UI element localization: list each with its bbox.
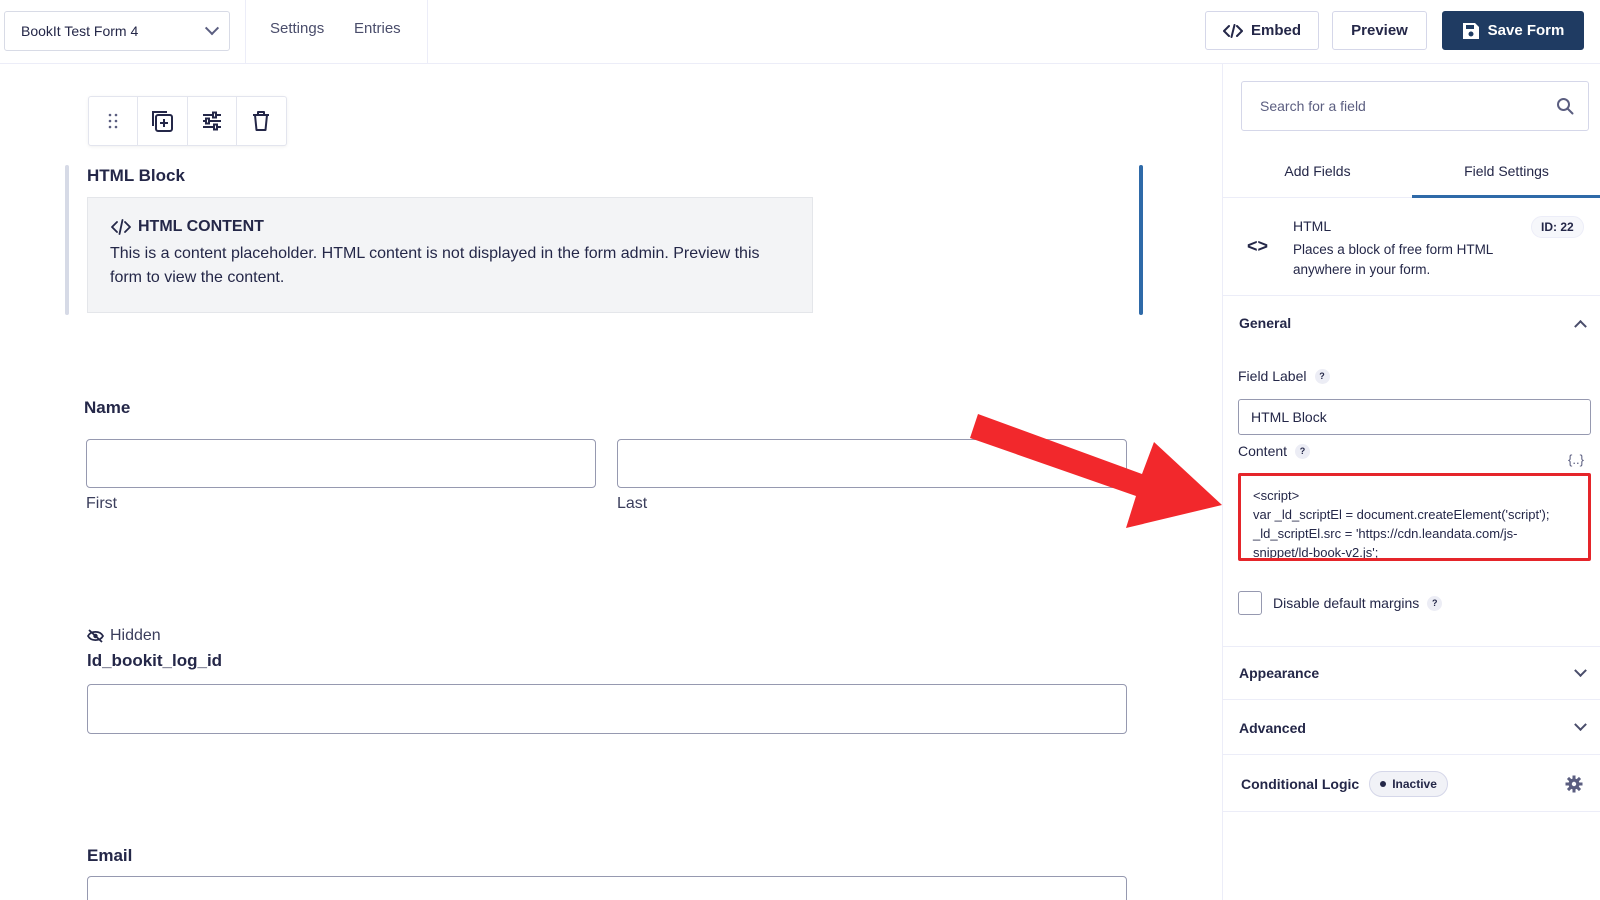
disable-margins-checkbox[interactable] <box>1238 591 1262 615</box>
field-search[interactable]: Search for a field <box>1241 81 1589 131</box>
save-form-button[interactable]: Save Form <box>1442 11 1584 50</box>
field-selection-indicator-right <box>1139 165 1143 315</box>
field-type-title: HTML <box>1293 218 1332 234</box>
code-icon <box>1222 23 1243 38</box>
save-icon <box>1462 22 1479 39</box>
field-label-title: Field Label <box>1238 368 1307 384</box>
first-name-sublabel: First <box>86 495 118 512</box>
hidden-tag-label: Hidden <box>110 627 161 644</box>
trash-icon[interactable] <box>237 97 286 145</box>
chevron-down-icon <box>1574 663 1587 677</box>
status-dot <box>1380 780 1387 787</box>
save-label: Save Form <box>1487 22 1565 39</box>
advanced-section-header[interactable]: Advanced <box>1223 701 1600 755</box>
content-setting: Content ? <box>1238 443 1311 459</box>
entries-link[interactable]: Entries <box>354 20 401 37</box>
field-label-input[interactable]: HTML Block <box>1238 399 1591 435</box>
content-line: snippet/ld-book-v2.js'; <box>1253 545 1379 560</box>
tab-field-settings[interactable]: Field Settings <box>1412 154 1600 198</box>
code-icon <box>111 219 131 235</box>
chevron-down-icon <box>1574 718 1587 732</box>
preview-label: Preview <box>1351 22 1408 39</box>
tab-add-fields[interactable]: Add Fields <box>1223 154 1412 197</box>
help-icon[interactable]: ? <box>1314 368 1330 384</box>
html-block-label: HTML Block <box>87 166 185 185</box>
search-icon <box>1557 98 1574 115</box>
search-placeholder: Search for a field <box>1260 98 1366 114</box>
content-title: Content <box>1238 443 1288 459</box>
last-name-sublabel: Last <box>617 495 648 512</box>
chevron-down-icon <box>204 21 220 36</box>
field-id-badge: ID: 22 <box>1531 216 1584 238</box>
sidebar-tabs: Add Fields Field Settings <box>1223 154 1600 198</box>
field-selection-indicator-left <box>65 165 69 315</box>
email-input[interactable] <box>87 876 1127 900</box>
general-title: General <box>1239 315 1292 331</box>
disable-margins-setting: Disable default margins ? <box>1273 595 1443 611</box>
eye-off-icon <box>87 629 104 643</box>
html-content-text: This is a content placeholder. HTML cont… <box>110 245 760 286</box>
field-type-description: Places a block of free form HTML anywher… <box>1293 242 1493 277</box>
settings-sliders-icon[interactable] <box>188 97 237 145</box>
conditional-logic-title: Conditional Logic <box>1241 775 1360 792</box>
preview-button[interactable]: Preview <box>1332 11 1427 50</box>
content-textarea[interactable]: <script> var _ld_scriptEl = document.cre… <box>1238 473 1591 561</box>
first-name-input[interactable] <box>86 439 596 488</box>
annotation-arrow-icon <box>970 414 1222 528</box>
form-name: BookIt Test Form 4 <box>21 23 139 39</box>
help-icon[interactable]: ? <box>1295 443 1311 459</box>
hidden-tag: Hidden <box>87 627 161 645</box>
general-section-header[interactable]: General <box>1223 296 1600 350</box>
appearance-title: Appearance <box>1239 665 1320 681</box>
chevron-up-icon <box>1574 319 1587 333</box>
settings-link[interactable]: Settings <box>270 20 324 37</box>
divider <box>427 0 428 63</box>
html-content-placeholder[interactable]: HTML CONTENT This is a content placehold… <box>87 197 813 313</box>
form-selector[interactable]: BookIt Test Form 4 <box>4 11 230 51</box>
duplicate-icon[interactable] <box>138 97 188 145</box>
email-field-label: Email <box>87 846 133 865</box>
hidden-field-label: ld_bookit_log_id <box>87 651 223 670</box>
embed-button[interactable]: Embed <box>1205 11 1319 50</box>
field-label-setting: Field Label ? <box>1238 368 1330 384</box>
content-line: var _ld_scriptEl = document.createElemen… <box>1253 507 1550 522</box>
conditional-logic-row[interactable]: Conditional Logic Inactive <box>1223 756 1600 812</box>
merge-tag-icon[interactable]: {..} <box>1568 452 1584 467</box>
settings-sidebar: Search for a field Add Fields Field Sett… <box>1222 64 1600 900</box>
content-line: <script> <box>1253 488 1300 503</box>
code-icon: <> <box>1247 236 1269 256</box>
disable-margins-label: Disable default margins <box>1273 595 1420 611</box>
html-content-title: HTML CONTENT <box>138 218 264 235</box>
drag-handle-icon[interactable] <box>89 97 139 145</box>
field-info: <> HTML Places a block of free form HTML… <box>1223 198 1600 296</box>
content-line: _ld_scriptEl.src = 'https://cdn.leandata… <box>1253 526 1518 541</box>
name-field-label: Name <box>84 398 131 417</box>
divider <box>245 0 246 63</box>
hidden-field-input[interactable] <box>87 684 1127 734</box>
field-toolbar <box>88 96 287 146</box>
status-badge: Inactive <box>1369 770 1448 797</box>
appearance-section-header[interactable]: Appearance <box>1223 646 1600 700</box>
status-text: Inactive <box>1392 776 1437 791</box>
gear-icon[interactable] <box>1565 775 1583 793</box>
top-bar: BookIt Test Form 4 Settings Entries Embe… <box>0 0 1600 64</box>
help-icon[interactable]: ? <box>1427 595 1443 611</box>
advanced-title: Advanced <box>1239 719 1306 736</box>
embed-label: Embed <box>1250 22 1301 39</box>
